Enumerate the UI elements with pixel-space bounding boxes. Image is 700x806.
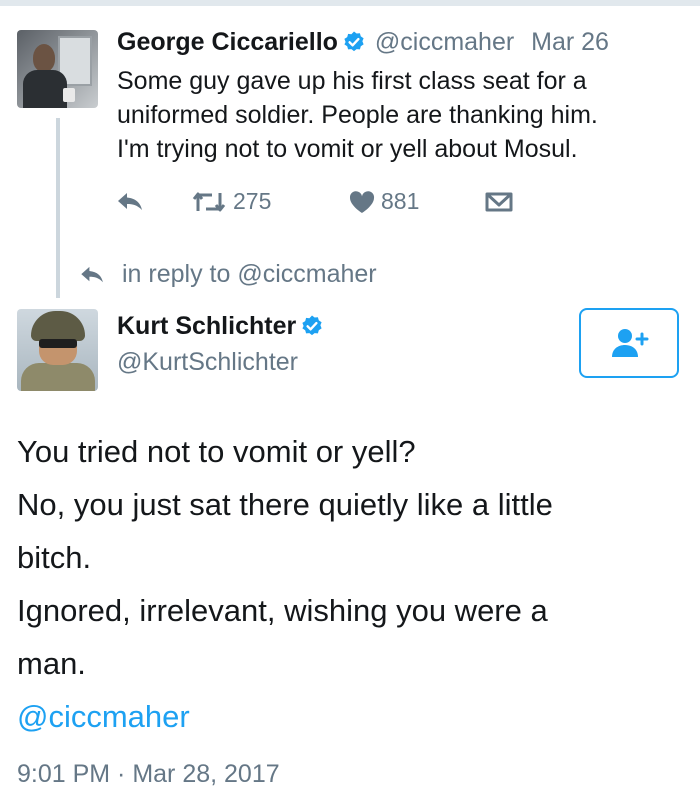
tweet-timestamp[interactable]: 9:01 PM · Mar 28, 2017 [17,760,280,789]
parent-tweet-line: Some guy gave up his first class seat fo… [117,67,587,95]
reply-button[interactable] [117,192,145,212]
in-reply-to-text: in reply to @ciccmaher [122,260,377,288]
thread-connector-line [56,118,60,298]
direct-message-button[interactable] [485,192,513,212]
heart-icon [349,190,375,213]
reply-icon [81,266,103,282]
like-count: 881 [381,188,420,214]
verified-icon [302,315,322,336]
main-author-name[interactable]: Kurt Schlichter [117,312,296,340]
add-user-icon [612,329,649,357]
main-tweet-line: You tried not to vomit or yell? [17,434,416,469]
like-button[interactable]: 881 [349,188,419,215]
main-tweet-line: bitch. [17,540,92,575]
retweet-icon [192,192,226,211]
main-tweet-line: Ignored, irrelevant, wishing you were a [17,593,548,628]
retweet-count: 275 [233,188,272,214]
in-reply-to[interactable]: in reply to @ciccmaher [80,260,377,289]
parent-tweet-header: George Ciccariello @ciccmaher Mar 26 [117,26,609,58]
main-author-handle[interactable]: @KurtSchlichter [117,346,298,378]
direct-message-icon [485,192,513,212]
verified-icon [344,31,364,52]
parent-tweet-line: I'm trying not to vomit or yell about Mo… [117,135,578,163]
parent-tweet-line: uniformed soldier. People are thanking h… [117,101,598,129]
main-tweet-line: No, you just sat there quietly like a li… [17,487,553,522]
main-author-name-row: Kurt Schlichter [117,310,326,342]
parent-author-name[interactable]: George Ciccariello [117,28,338,56]
retweet-button[interactable]: 275 [191,188,271,215]
follow-button[interactable] [579,308,679,378]
parent-tweet-text: Some guy gave up his first class seat fo… [117,64,687,166]
main-author-avatar[interactable] [17,309,98,391]
reply-icon [118,193,142,210]
top-divider [0,0,700,6]
main-tweet-line: man. [17,646,86,681]
parent-author-handle[interactable]: @ciccmaher [375,28,514,56]
main-tweet-text: You tried not to vomit or yell? No, you … [17,425,687,743]
parent-author-avatar[interactable] [17,30,98,108]
parent-tweet-actions: 275 881 [117,188,557,218]
parent-tweet-date[interactable]: Mar 26 [531,28,609,56]
mention-link[interactable]: @ciccmaher [17,690,687,743]
